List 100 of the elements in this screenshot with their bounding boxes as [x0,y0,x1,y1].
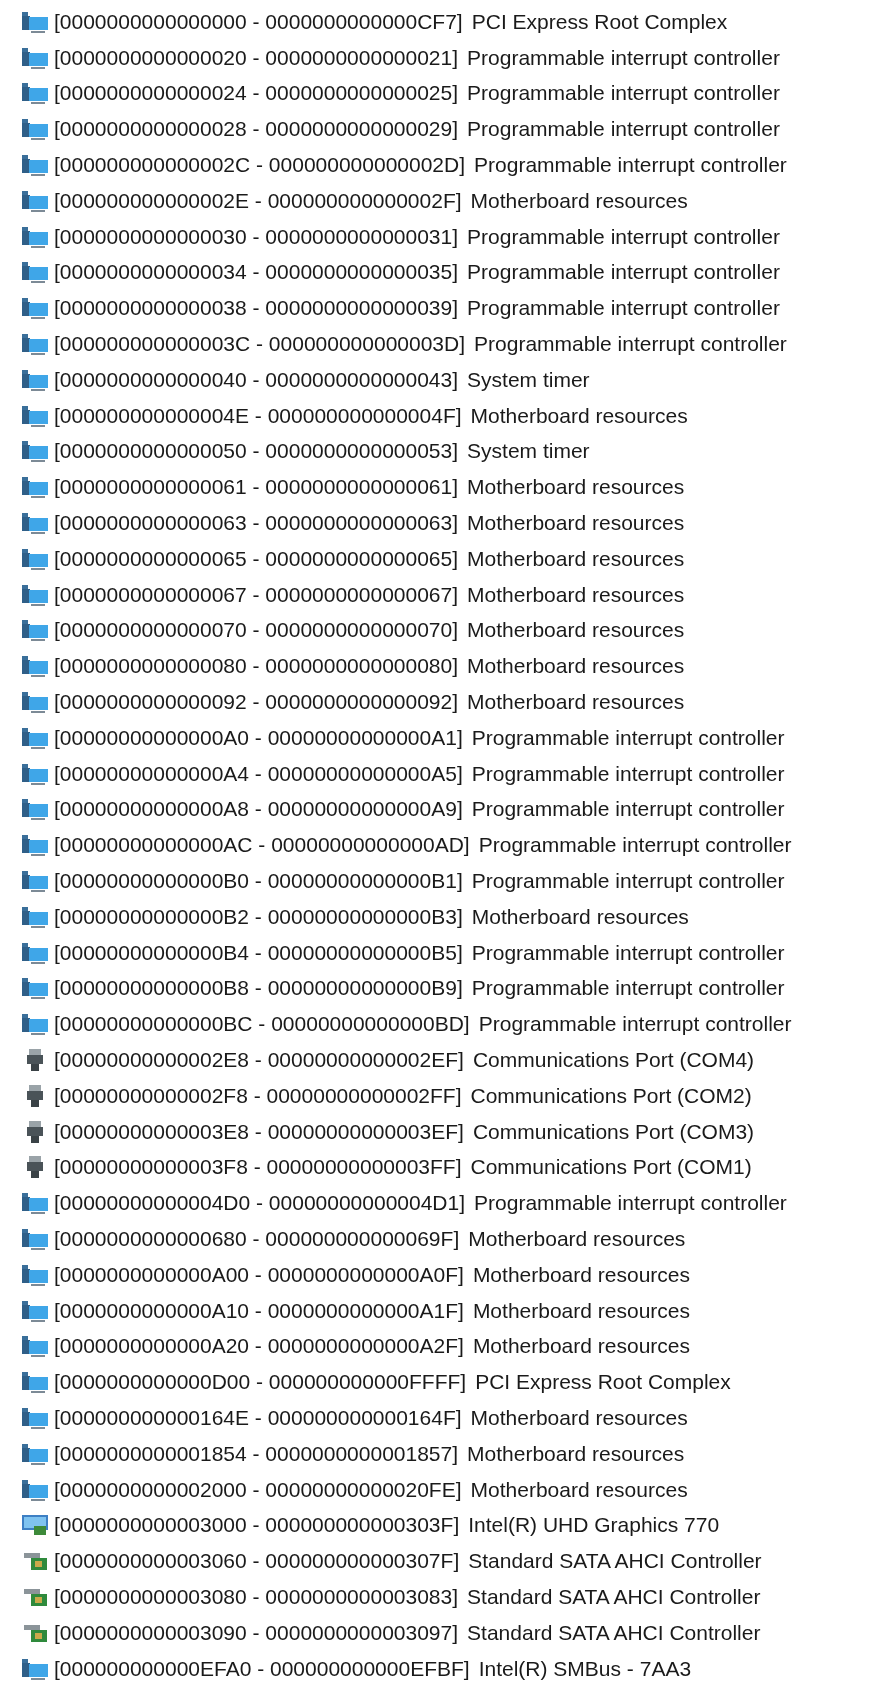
address-range: [00000000000000B4 - 00000000000000B5] [54,940,463,965]
device-name: Programmable interrupt controller [467,117,780,142]
device-name: Motherboard resources [470,1405,688,1430]
address-range: [0000000000000050 - 0000000000000053] [54,439,459,464]
device-name: Intel(R) SMBus - 7AA3 [478,1656,692,1681]
address-range: [000000000000003C - 000000000000003D] [54,332,466,357]
address-range: [0000000000000063 - 0000000000000063] [54,511,459,536]
address-range: [0000000000000680 - 000000000000069F] [54,1227,460,1251]
address-range: [0000000000000092 - 0000000000000092] [54,690,459,715]
address-range: [000000000000004E - 000000000000004F] [54,403,462,428]
computer-folder-icon [22,189,48,212]
device-name: PCI Express Root Complex [471,9,728,34]
address-range: [00000000000003E8 - 00000000000003EF] [54,1119,464,1144]
address-range: [0000000000000034 - 0000000000000035] [54,260,459,285]
device-name: Programmable interrupt controller [474,153,787,178]
computer-folder-icon [22,726,48,749]
device-name: Motherboard resources [467,582,685,607]
device-name: Intel(R) UHD Graphics 770 [468,1513,720,1538]
address-range: [00000000000000A4 - 00000000000000A5] [54,761,463,786]
computer-folder-icon [22,261,48,284]
computer-folder-icon [22,10,48,33]
device-name: Motherboard resources [467,1441,685,1466]
address-range: [000000000000002E - 000000000000002F] [54,188,462,213]
address-range: [00000000000000A8 - 00000000000000A9] [54,797,463,822]
device-name: Programmable interrupt controller [471,940,785,965]
computer-folder-icon [22,46,48,69]
device-name: Motherboard resources [470,403,688,428]
address-range: [00000000000000BC - 00000000000000BD] [54,1012,470,1037]
device-name: Motherboard resources [467,475,685,500]
computer-folder-icon [22,118,48,141]
computer-folder-icon [22,870,48,892]
device-name: Motherboard resources [467,618,685,643]
computer-folder-icon [22,333,48,356]
address-range: [0000000000000061 - 0000000000000061] [54,475,459,500]
address-range: [0000000000003090 - 0000000000003097] [54,1620,459,1645]
computer-folder-icon [22,297,48,320]
device-name: Programmable interrupt controller [474,332,787,357]
drive-card-icon [22,1550,48,1573]
device-name: Motherboard resources [467,546,685,571]
computer-folder-icon [22,1371,48,1394]
device-name: Programmable interrupt controller [471,761,785,786]
computer-folder-icon [22,1406,48,1429]
address-range: [00000000000002F8 - 00000000000002FF] [54,1083,462,1108]
device-name: Programmable interrupt controller [471,725,785,750]
address-range: [0000000000000030 - 0000000000000031] [54,224,459,249]
address-range: [0000000000000A10 - 0000000000000A1F] [54,1298,464,1323]
device-name: Programmable interrupt controller [478,1012,792,1037]
address-range: [0000000000000A00 - 0000000000000A0F] [54,1262,464,1287]
computer-folder-icon [22,905,48,928]
address-range: [00000000000000B2 - 00000000000000B3] [54,904,463,929]
device-name: Programmable interrupt controller [478,833,792,858]
computer-folder-icon [22,368,48,391]
computer-folder-icon [22,655,48,678]
address-range: [00000000000000B8 - 00000000000000B9] [54,976,463,1001]
computer-folder-icon [22,762,48,785]
device-name: Programmable interrupt controller [471,869,785,893]
address-range: [0000000000003080 - 0000000000003083] [54,1584,459,1609]
address-range: [00000000000004D0 - 00000000000004D1] [54,1191,466,1216]
address-range: [0000000000000A20 - 0000000000000A2F] [54,1334,464,1359]
device-name: Programmable interrupt controller [474,1191,787,1216]
computer-folder-icon [22,1299,48,1322]
computer-folder-icon [22,547,48,570]
computer-folder-icon [22,1228,48,1250]
device-name: Motherboard resources [467,654,685,679]
computer-folder-icon [22,1478,48,1501]
computer-folder-icon [22,1657,48,1680]
device-name: Motherboard resources [467,690,685,715]
device-name: Communications Port (COM4) [472,1048,755,1072]
address-range: [0000000000000065 - 0000000000000065] [54,546,459,571]
computer-folder-icon [22,225,48,248]
device-name: System timer [467,367,590,392]
device-name: Motherboard resources [468,1227,686,1251]
address-range: [0000000000000080 - 0000000000000080] [54,654,459,679]
device-name: Motherboard resources [472,1298,690,1323]
computer-folder-icon [22,82,48,105]
address-range: [0000000000003000 - 000000000000303F] [54,1513,460,1538]
computer-folder-icon [22,154,48,177]
computer-folder-icon [22,476,48,499]
address-range: [00000000000000AC - 00000000000000AD] [54,833,470,858]
device-name: Motherboard resources [470,188,688,213]
device-name: Standard SATA AHCI Controller [467,1584,761,1609]
address-range: [0000000000000D00 - 000000000000FFFF] [54,1370,467,1395]
computer-folder-icon [22,583,48,606]
computer-folder-icon [22,512,48,535]
device-name: PCI Express Root Complex [475,1370,731,1395]
computer-folder-icon [22,1442,48,1465]
device-name: Motherboard resources [467,511,685,536]
device-name: Communications Port (COM2) [470,1083,752,1108]
address-range: [000000000000164E - 000000000000164F] [54,1405,462,1430]
device-name: Programmable interrupt controller [467,81,780,106]
computer-folder-icon [22,798,48,821]
computer-folder-icon [22,834,48,857]
address-range: [0000000000000028 - 0000000000000029] [54,117,459,142]
device-name: Motherboard resources [470,1477,688,1502]
address-range: [0000000000003060 - 000000000000307F] [54,1549,460,1574]
address-range: [00000000000003F8 - 00000000000003FF] [54,1155,462,1180]
address-range: [0000000000000020 - 0000000000000021] [54,45,459,70]
computer-folder-icon [22,977,48,1000]
address-range: [0000000000001854 - 0000000000001857] [54,1441,459,1466]
device-name: Programmable interrupt controller [471,797,785,822]
